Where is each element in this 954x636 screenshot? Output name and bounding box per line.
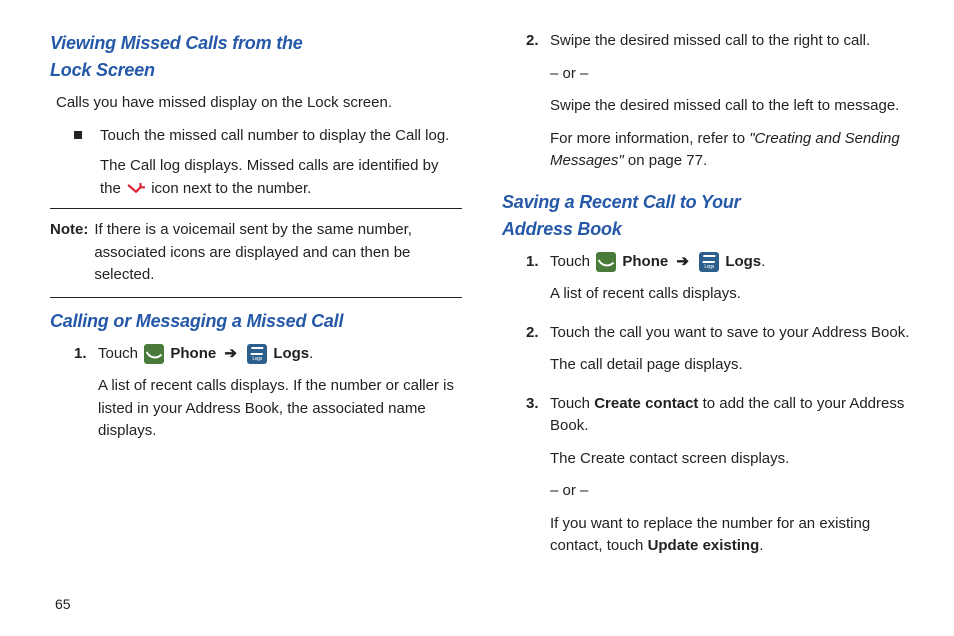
or-separator: – or –: [550, 63, 914, 86]
step-number: 2.: [526, 322, 550, 345]
note-label: Note:: [50, 219, 88, 242]
phone-icon: [596, 252, 616, 272]
heading-line: Saving a Recent Call to Your: [502, 192, 740, 212]
app-label: Logs: [273, 345, 309, 362]
step-item: 1. Touch Phone ➔ Logs. A list of recent …: [502, 251, 914, 316]
step-body: Touch Phone ➔ Logs. A list of recent cal…: [98, 343, 462, 453]
page-columns: Viewing Missed Calls from the Lock Scree…: [50, 30, 914, 574]
text-fragment: on page 77.: [624, 152, 707, 169]
bullet-item: Touch the missed call number to display …: [50, 125, 462, 201]
step-number: 2.: [526, 30, 550, 53]
heading-calling-messaging: Calling or Messaging a Missed Call: [50, 308, 462, 335]
step-body: Touch the call you want to save to your …: [550, 322, 914, 387]
body-text: A list of recent calls displays.: [550, 283, 914, 306]
body-text: Touch Phone ➔ Logs.: [550, 251, 914, 274]
step-number: 1.: [74, 343, 98, 366]
arrow-icon: ➔: [676, 253, 693, 270]
step-body: Touch Create contact to add the call to …: [550, 393, 914, 568]
body-text: Swipe the desired missed call to the rig…: [550, 30, 914, 53]
text-fragment: Touch: [98, 345, 142, 362]
heading-saving-recent-call: Saving a Recent Call to Your Address Boo…: [502, 189, 914, 243]
logs-icon: [247, 344, 267, 364]
body-text: Touch Create contact to add the call to …: [550, 393, 914, 438]
body-text: The Create contact screen displays.: [550, 448, 914, 471]
note-block: Note: If there is a voicemail sent by th…: [50, 219, 462, 287]
text-fragment: .: [761, 253, 765, 270]
body-text: The Call log displays. Missed calls are …: [100, 155, 462, 200]
body-text: Touch Phone ➔ Logs.: [98, 343, 462, 366]
phone-icon: [144, 344, 164, 364]
page-number: 65: [55, 596, 71, 612]
step-item: 3. Touch Create contact to add the call …: [502, 393, 914, 568]
body-text: Touch the missed call number to display …: [100, 125, 462, 148]
step-item: 2. Touch the call you want to save to yo…: [502, 322, 914, 387]
text-fragment: Touch: [550, 395, 594, 412]
body-text: Swipe the desired missed call to the lef…: [550, 95, 914, 118]
body-text: Calls you have missed display on the Loc…: [50, 92, 462, 115]
heading-line: Address Book: [502, 219, 622, 239]
text-fragment: Touch: [550, 253, 594, 270]
ui-label: Create contact: [594, 395, 698, 412]
app-label: Logs: [725, 253, 761, 270]
heading-line: Viewing Missed Calls from the: [50, 33, 303, 53]
app-label: Phone: [170, 345, 216, 362]
body-text: Touch the call you want to save to your …: [550, 322, 914, 345]
left-column: Viewing Missed Calls from the Lock Scree…: [50, 30, 462, 574]
step-item: 1. Touch Phone ➔ Logs. A list of recent …: [50, 343, 462, 453]
text-fragment: For more information, refer to: [550, 130, 749, 147]
square-bullet-icon: [74, 131, 82, 139]
ui-label: Update existing: [648, 537, 760, 554]
app-label: Phone: [622, 253, 668, 270]
step-number: 1.: [526, 251, 550, 274]
logs-icon: [699, 252, 719, 272]
body-text: A list of recent calls displays. If the …: [98, 375, 462, 443]
body-text: For more information, refer to "Creating…: [550, 128, 914, 173]
or-separator: – or –: [550, 480, 914, 503]
step-body: Swipe the desired missed call to the rig…: [550, 30, 914, 183]
text-fragment: icon next to the number.: [151, 180, 311, 197]
divider: [50, 208, 462, 209]
heading-viewing-missed-calls: Viewing Missed Calls from the Lock Scree…: [50, 30, 462, 84]
right-column: 2. Swipe the desired missed call to the …: [502, 30, 914, 574]
text-fragment: .: [309, 345, 313, 362]
text-fragment: .: [759, 537, 763, 554]
step-body: Touch Phone ➔ Logs. A list of recent cal…: [550, 251, 914, 316]
arrow-icon: ➔: [224, 345, 241, 362]
heading-line: Lock Screen: [50, 60, 155, 80]
divider: [50, 297, 462, 298]
body-text: If you want to replace the number for an…: [550, 513, 914, 558]
missed-call-icon: [127, 182, 145, 196]
step-item: 2. Swipe the desired missed call to the …: [502, 30, 914, 183]
step-number: 3.: [526, 393, 550, 416]
body-text: The call detail page displays.: [550, 354, 914, 377]
note-text: If there is a voicemail sent by the same…: [92, 219, 462, 287]
bullet-body: Touch the missed call number to display …: [100, 125, 462, 201]
